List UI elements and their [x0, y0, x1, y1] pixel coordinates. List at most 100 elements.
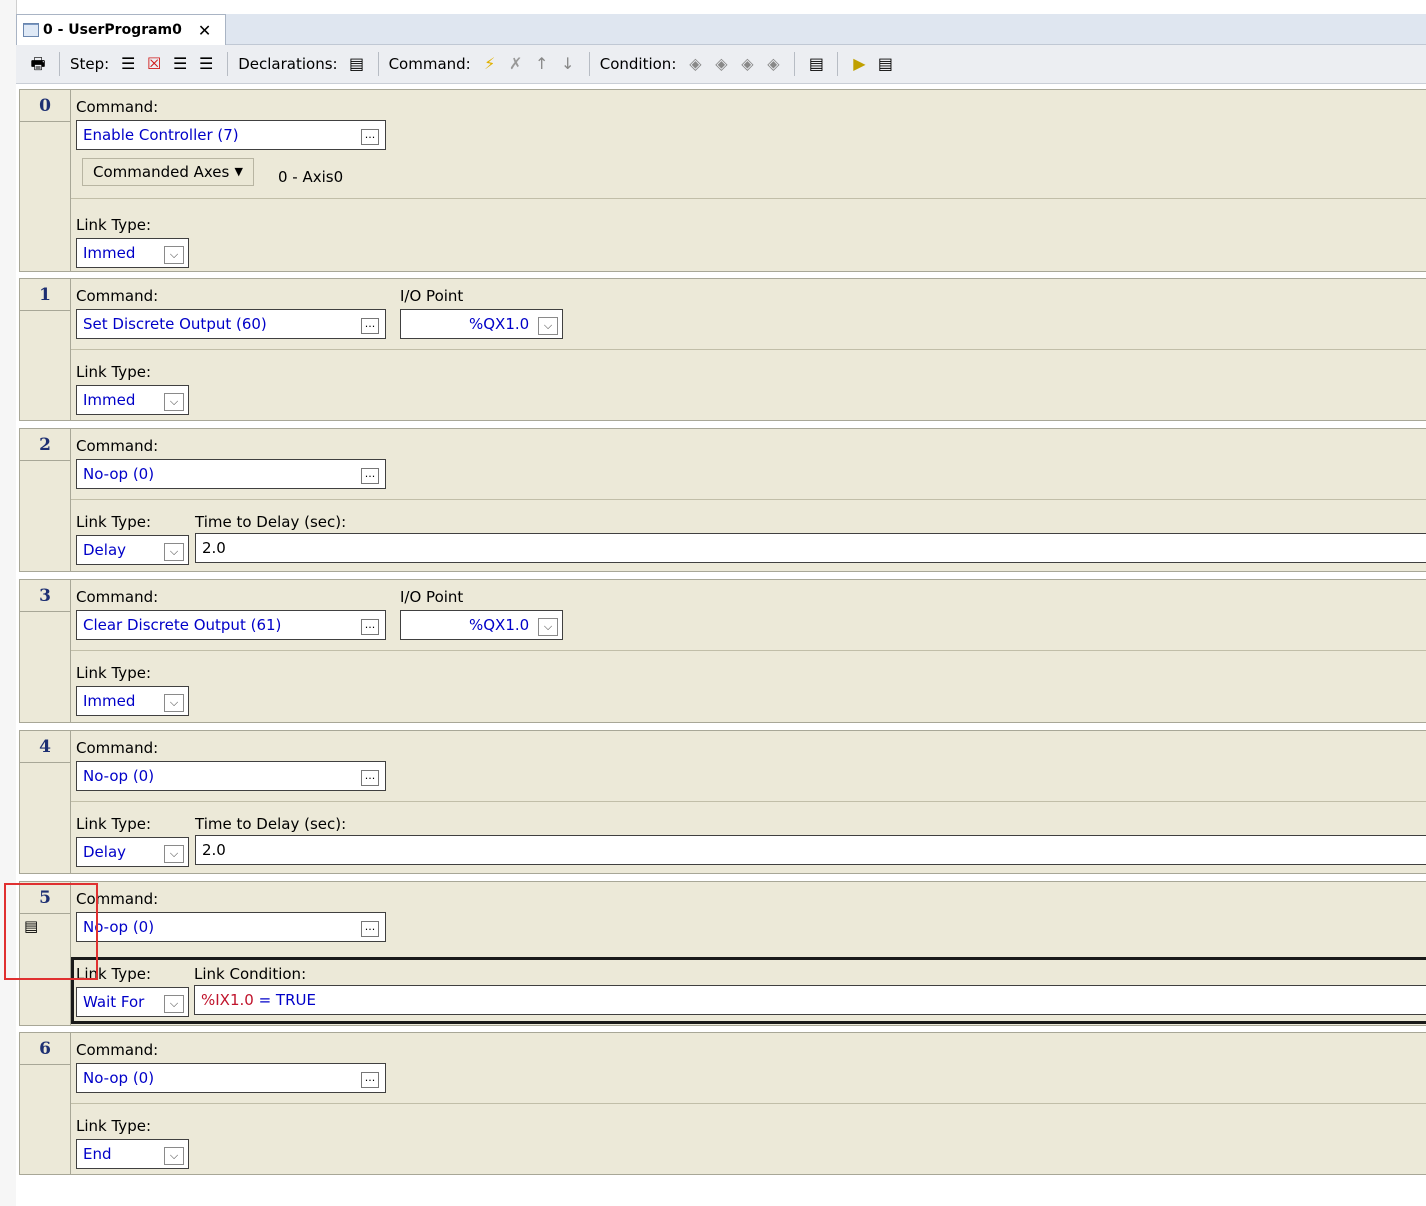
browse-command-button[interactable]: ...: [361, 770, 379, 786]
command-label: Command:: [76, 890, 159, 908]
step-number-column: 6: [20, 1033, 71, 1174]
axes-value: 0 - Axis0: [278, 168, 344, 186]
step-6: 6 Command: No-op (0)... Link Type: End ⌵: [19, 1032, 1426, 1175]
step-number: 3: [39, 586, 51, 606]
command-down-icon[interactable]: ↓: [558, 54, 578, 74]
close-icon[interactable]: ✕: [198, 21, 211, 40]
chevron-down-icon[interactable]: ⌵: [164, 694, 184, 712]
delete-command-icon[interactable]: ✗: [506, 54, 526, 74]
link-type-label: Link Type:: [76, 815, 151, 833]
toolbar-separator: [837, 52, 839, 76]
io-point-select[interactable]: %QX1.0 ⌵: [400, 309, 563, 339]
label-icon[interactable]: ▶: [849, 54, 869, 74]
divider: [71, 198, 1426, 199]
command-label: Command:: [76, 739, 159, 757]
link-type-label: Link Type:: [76, 513, 151, 531]
command-field[interactable]: Set Discrete Output (60)...: [76, 309, 386, 339]
chevron-down-icon[interactable]: ⌵: [164, 1147, 184, 1165]
step-number-column: 0: [20, 90, 71, 271]
comment-icon[interactable]: ▤: [24, 917, 38, 935]
chevron-down-icon[interactable]: ⌵: [164, 393, 184, 411]
delay-input[interactable]: 2.0: [195, 533, 1426, 563]
condition-variable: %IX1.0: [201, 991, 254, 1009]
chevron-down-icon[interactable]: ⌵: [164, 246, 184, 264]
step-number-column: 3: [20, 580, 71, 722]
step-number: 2: [39, 435, 51, 455]
link-type-select[interactable]: Wait For ⌵: [76, 987, 189, 1017]
comment-icon[interactable]: ▤: [806, 54, 826, 74]
command-field[interactable]: Enable Controller (7)...: [76, 120, 386, 150]
condition-up-icon[interactable]: ◈: [737, 54, 757, 74]
io-point-select[interactable]: %QX1.0 ⌵: [400, 610, 563, 640]
commanded-axes-dropdown[interactable]: Commanded Axes ▼: [82, 158, 254, 186]
condition-label: Condition:: [599, 55, 677, 73]
condition-down-icon[interactable]: ◈: [763, 54, 783, 74]
divider: [71, 499, 1426, 500]
step-label: Step:: [70, 55, 110, 73]
step-2: 2 Command: No-op (0)... Link Type: Time …: [19, 428, 1426, 572]
delay-label: Time to Delay (sec):: [195, 513, 347, 531]
move-step-down-icon[interactable]: ☰: [196, 54, 216, 74]
toolbar-separator: [588, 52, 590, 76]
browse-command-button[interactable]: ...: [361, 1072, 379, 1088]
chevron-down-icon[interactable]: ⌵: [164, 845, 184, 863]
link-condition-input[interactable]: %IX1.0 = TRUE: [194, 985, 1426, 1015]
link-type-select[interactable]: Delay ⌵: [76, 535, 189, 565]
declarations-icon[interactable]: ▤: [347, 54, 367, 74]
step-number: 6: [39, 1039, 51, 1059]
step-number: 1: [39, 285, 51, 305]
command-label: Command:: [76, 588, 159, 606]
delay-input[interactable]: 2.0: [195, 835, 1426, 865]
new-command-icon[interactable]: ⚡: [480, 54, 500, 74]
step-3: 3 Command: Clear Discrete Output (61)...…: [19, 579, 1426, 723]
link-type-select[interactable]: Immed ⌵: [76, 686, 189, 716]
command-field[interactable]: No-op (0)...: [76, 912, 386, 942]
chevron-down-icon[interactable]: ⌵: [164, 995, 184, 1013]
io-point-label: I/O Point: [400, 287, 464, 305]
link-type-select[interactable]: End ⌵: [76, 1139, 189, 1169]
tab-title: 0 - UserProgram0: [43, 22, 182, 38]
delete-step-icon[interactable]: ☒: [144, 54, 164, 74]
new-condition-icon[interactable]: ◈: [685, 54, 705, 74]
move-step-up-icon[interactable]: ☰: [170, 54, 190, 74]
program-editor: 0 Command: Enable Controller (7)... Comm…: [16, 84, 1426, 1206]
delete-condition-icon[interactable]: ◈: [711, 54, 731, 74]
chevron-down-icon[interactable]: ⌵: [538, 618, 558, 636]
divider: [71, 1103, 1426, 1104]
link-condition-label: Link Condition:: [194, 965, 307, 983]
step-number: 0: [39, 96, 51, 116]
browse-command-button[interactable]: ...: [361, 129, 379, 145]
command-field[interactable]: No-op (0)...: [76, 761, 386, 791]
step-5: 5 ▤ Command: No-op (0)... Link Type: Lin…: [19, 881, 1426, 1026]
chevron-down-icon[interactable]: ⌵: [164, 543, 184, 561]
toolbar-separator: [794, 52, 796, 76]
chevron-down-icon[interactable]: ⌵: [538, 317, 558, 335]
condition-expression: = TRUE: [253, 991, 316, 1009]
command-up-icon[interactable]: ↑: [532, 54, 552, 74]
link-type-label: Link Type:: [76, 363, 151, 381]
toolbar-separator: [59, 52, 60, 76]
insert-step-icon[interactable]: ☰: [118, 54, 138, 74]
command-field[interactable]: No-op (0)...: [76, 1063, 386, 1093]
link-type-label: Link Type:: [76, 664, 151, 682]
notes-icon[interactable]: ▤: [875, 54, 895, 74]
browse-command-button[interactable]: ...: [361, 921, 379, 937]
tab-userprogram0[interactable]: 0 - UserProgram0 ✕: [16, 14, 226, 45]
delay-label: Time to Delay (sec):: [195, 815, 347, 833]
browse-command-button[interactable]: ...: [361, 619, 379, 635]
command-field[interactable]: No-op (0)...: [76, 459, 386, 489]
step-number-column: 4: [20, 731, 71, 873]
step-1: 1 Command: Set Discrete Output (60)... I…: [19, 278, 1426, 421]
command-label: Command:: [76, 437, 159, 455]
divider: [71, 650, 1426, 651]
browse-command-button[interactable]: ...: [361, 318, 379, 334]
toolbar: 🖶 Step: ☰ ☒ ☰ ☰ Declarations: ▤ Command:…: [16, 45, 1426, 84]
link-type-select[interactable]: Immed ⌵: [76, 385, 189, 415]
link-type-select[interactable]: Delay ⌵: [76, 837, 189, 867]
print-icon[interactable]: 🖶: [28, 54, 48, 74]
browse-command-button[interactable]: ...: [361, 468, 379, 484]
command-label: Command:: [76, 287, 159, 305]
toolbar-separator: [377, 52, 379, 76]
command-field[interactable]: Clear Discrete Output (61)...: [76, 610, 386, 640]
link-type-select[interactable]: Immed ⌵: [76, 238, 189, 268]
